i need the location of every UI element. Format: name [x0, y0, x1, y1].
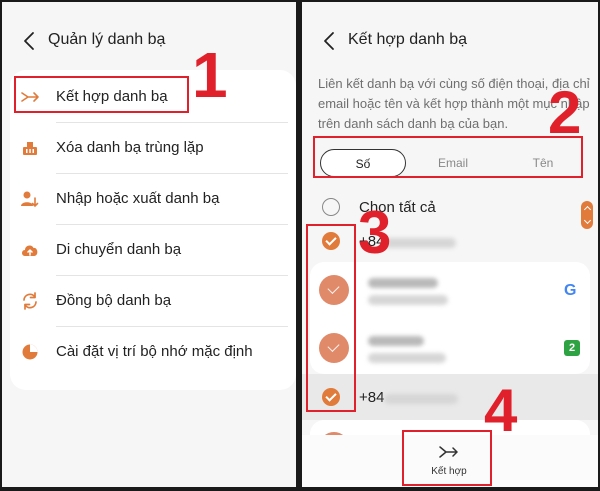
menu-item-delete-duplicates[interactable]: Xóa danh bạ trùng lặp [10, 123, 296, 174]
back-icon[interactable] [320, 30, 340, 52]
select-all-radio[interactable] [322, 198, 340, 216]
menu-item-import-export[interactable]: Nhập hoặc xuất danh bạ [10, 174, 296, 225]
redacted-number [384, 394, 458, 404]
redacted-number [384, 238, 456, 248]
menu-item-storage-setting[interactable]: Cài đặt vị trí bộ nhớ mặc định [10, 327, 296, 378]
group-number: +84 [359, 389, 385, 406]
sim-2-icon: 2 [564, 340, 580, 356]
right-header: Kết hợp danh bạ [302, 28, 598, 54]
right-screen: Kết hợp danh bạ Liên kết danh bạ với cùn… [302, 2, 598, 487]
highlight-box-4 [402, 430, 492, 486]
google-icon: G [564, 282, 577, 299]
menu-item-label: Xóa danh bạ trùng lặp [56, 139, 204, 156]
menu-item-sync[interactable]: Đồng bộ danh bạ [10, 276, 296, 327]
step-number-4: 4 [484, 377, 518, 444]
menu-item-label: Đồng bộ danh bạ [56, 292, 172, 309]
delete-duplicates-icon [20, 138, 40, 158]
contact-detail-redacted [368, 295, 448, 305]
scroll-handle[interactable] [581, 201, 593, 229]
page-title: Quản lý danh bạ [48, 31, 166, 48]
cloud-upload-icon [20, 240, 40, 260]
page-title: Kết hợp danh bạ [348, 31, 468, 48]
step-number-2: 2 [548, 79, 582, 146]
menu-item-move-contacts[interactable]: Di chuyển danh bạ [10, 225, 296, 276]
contact-name-redacted [368, 278, 438, 288]
highlight-box-2 [313, 136, 583, 178]
menu-item-label: Cài đặt vị trí bộ nhớ mặc định [56, 343, 253, 360]
sync-icon [20, 291, 40, 311]
menu-list: Kết hợp danh bạ Xóa danh bạ trùng lặp Nh… [10, 70, 296, 390]
step-number-3: 3 [358, 199, 392, 266]
import-export-icon [20, 189, 40, 209]
step-number-1: 1 [192, 39, 228, 111]
storage-icon [20, 342, 40, 362]
highlight-box-1 [14, 76, 189, 113]
contact-name-redacted [368, 336, 424, 346]
highlight-box-3 [306, 224, 356, 412]
menu-item-label: Nhập hoặc xuất danh bạ [56, 190, 220, 207]
left-screen: Quản lý danh bạ Kết hợp danh bạ Xóa danh… [2, 2, 296, 487]
contact-detail-redacted [368, 353, 446, 363]
menu-item-label: Di chuyển danh bạ [56, 241, 182, 258]
left-header: Quản lý danh bạ [2, 28, 296, 54]
back-icon[interactable] [20, 30, 40, 52]
